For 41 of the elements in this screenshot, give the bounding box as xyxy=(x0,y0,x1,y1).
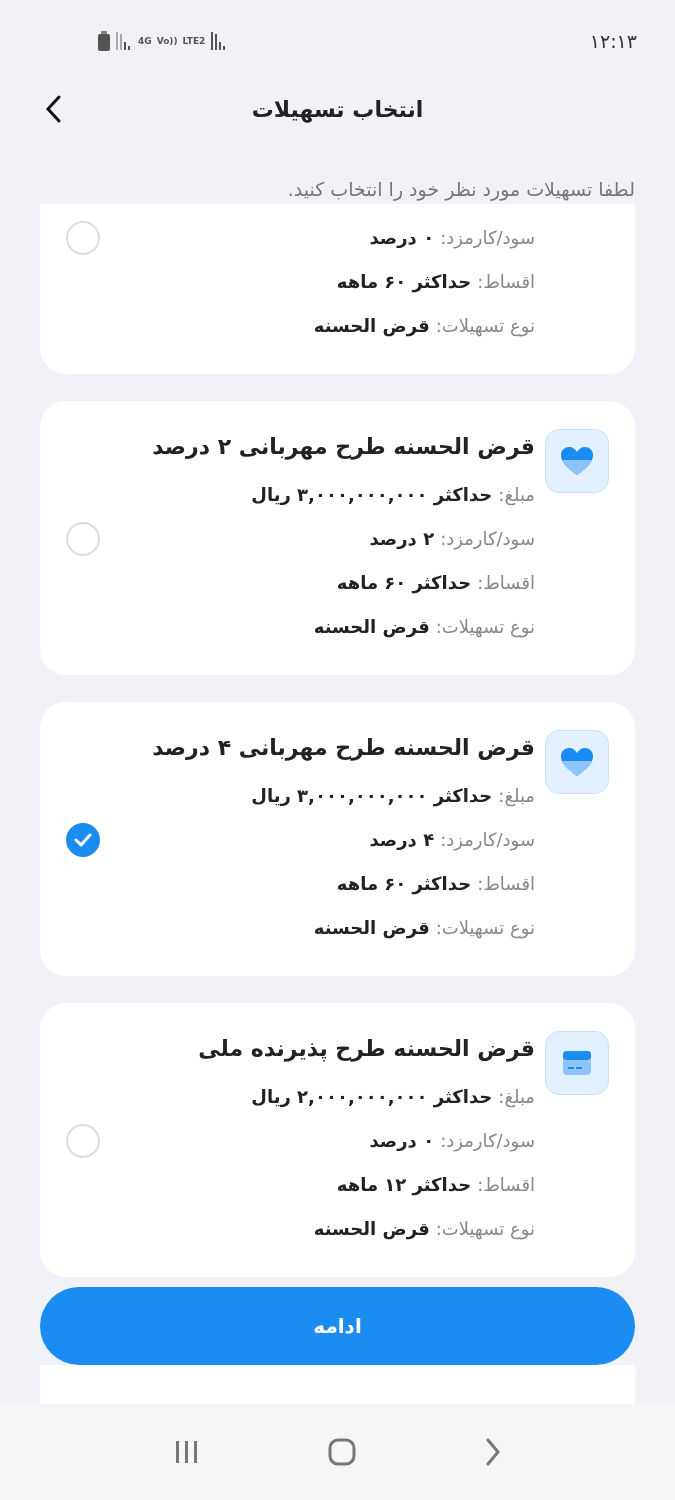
detail-row-text: سود/کارمزد: ۲ درصد xyxy=(368,527,535,552)
loan-card[interactable]: قرض الحسنه طرح مهربانی ۲ درصد مبلغ: حداکثر ۳,۰۰۰,۰۰۰,۰۰۰ ریال سود/کارمزد: ۲ درصد اقساط: حداکثر ۶۰ ماهه نوع تسهیلات: قرض الحسنه xyxy=(40,401,635,675)
detail-row-text: اقساط: حداکثر ۱۲ ماهه xyxy=(335,1173,535,1198)
loan-card[interactable]: سود/کارمزد: ۰ درصد اقساط: حداکثر ۶۰ ماهه نوع تسهیلات: قرض الحسنه xyxy=(40,204,635,374)
detail-row-text: اقساط: حداکثر ۶۰ ماهه xyxy=(335,872,535,897)
signal-icon xyxy=(116,32,132,50)
heart-icon xyxy=(560,446,594,476)
home-icon[interactable] xyxy=(328,1438,357,1466)
page-title: انتخاب تسهیلات xyxy=(251,96,424,122)
detail-row-text: سود/کارمزد: ۰ درصد xyxy=(368,226,535,251)
loan-card[interactable]: قرض الحسنه طرح مهربانی ۴ درصد مبلغ: حداکثر ۳,۰۰۰,۰۰۰,۰۰۰ ریال سود/کارمزد: ۴ درصد اقساط: حداکثر ۶۰ ماهه نوع تسهیلات: قرض الحسنه xyxy=(40,702,635,976)
detail-row-text: اقساط: حداکثر ۶۰ ماهه xyxy=(335,270,535,295)
network-label: LTE2 xyxy=(182,36,206,46)
card-title: قرض الحسنه طرح مهربانی ۴ درصد xyxy=(151,734,535,763)
detail-row-text: اقساط: حداکثر ۶۰ ماهه xyxy=(335,571,535,596)
detail-row-text: نوع تسهیلات: قرض الحسنه xyxy=(312,1217,535,1242)
network-label: 4G xyxy=(138,36,152,46)
instruction-text: لطفا تسهیلات مورد نظر خود را انتخاب کنید. xyxy=(286,177,635,203)
network-label: Vo)) xyxy=(156,36,178,46)
radio-button[interactable] xyxy=(66,221,100,255)
detail-row-text: نوع تسهیلات: قرض الحسنه xyxy=(312,314,535,339)
signal-icon xyxy=(211,32,228,50)
check-icon xyxy=(74,833,92,847)
radio-button[interactable] xyxy=(66,1124,100,1158)
battery-icon xyxy=(98,31,110,51)
card-icon xyxy=(563,1051,591,1075)
detail-row-text: سود/کارمزد: ۰ درصد xyxy=(368,1129,535,1154)
detail-row-text: مبلغ: حداکثر ۳,۰۰۰,۰۰۰,۰۰۰ ریال xyxy=(250,784,535,809)
detail-row-text: سود/کارمزد: ۴ درصد xyxy=(368,828,535,853)
detail-row-text: مبلغ: حداکثر ۲,۰۰۰,۰۰۰,۰۰۰ ریال xyxy=(250,1085,535,1110)
clock-time: ۱۲:۱۳ xyxy=(589,30,637,52)
radio-button[interactable] xyxy=(66,522,100,556)
loan-card[interactable]: قرض الحسنه طرح پذیرنده ملی مبلغ: حداکثر ۲,۰۰۰,۰۰۰,۰۰۰ ریال سود/کارمزد: ۰ درصد اقساط: حداکثر ۱۲ ماهه نوع تسهیلات: قرض الحسنه xyxy=(40,1003,635,1277)
card-title: قرض الحسنه طرح پذیرنده ملی xyxy=(197,1035,535,1064)
detail-row-text: مبلغ: حداکثر ۳,۰۰۰,۰۰۰,۰۰۰ ریال xyxy=(250,483,535,508)
back-nav-icon[interactable] xyxy=(484,1438,501,1466)
detail-row-text: نوع تسهیلات: قرض الحسنه xyxy=(312,916,535,941)
radio-button[interactable] xyxy=(66,823,100,857)
heart-icon xyxy=(560,747,594,777)
detail-row-text: نوع تسهیلات: قرض الحسنه xyxy=(312,615,535,640)
card-title: قرض الحسنه طرح مهربانی ۲ درصد xyxy=(151,433,535,462)
